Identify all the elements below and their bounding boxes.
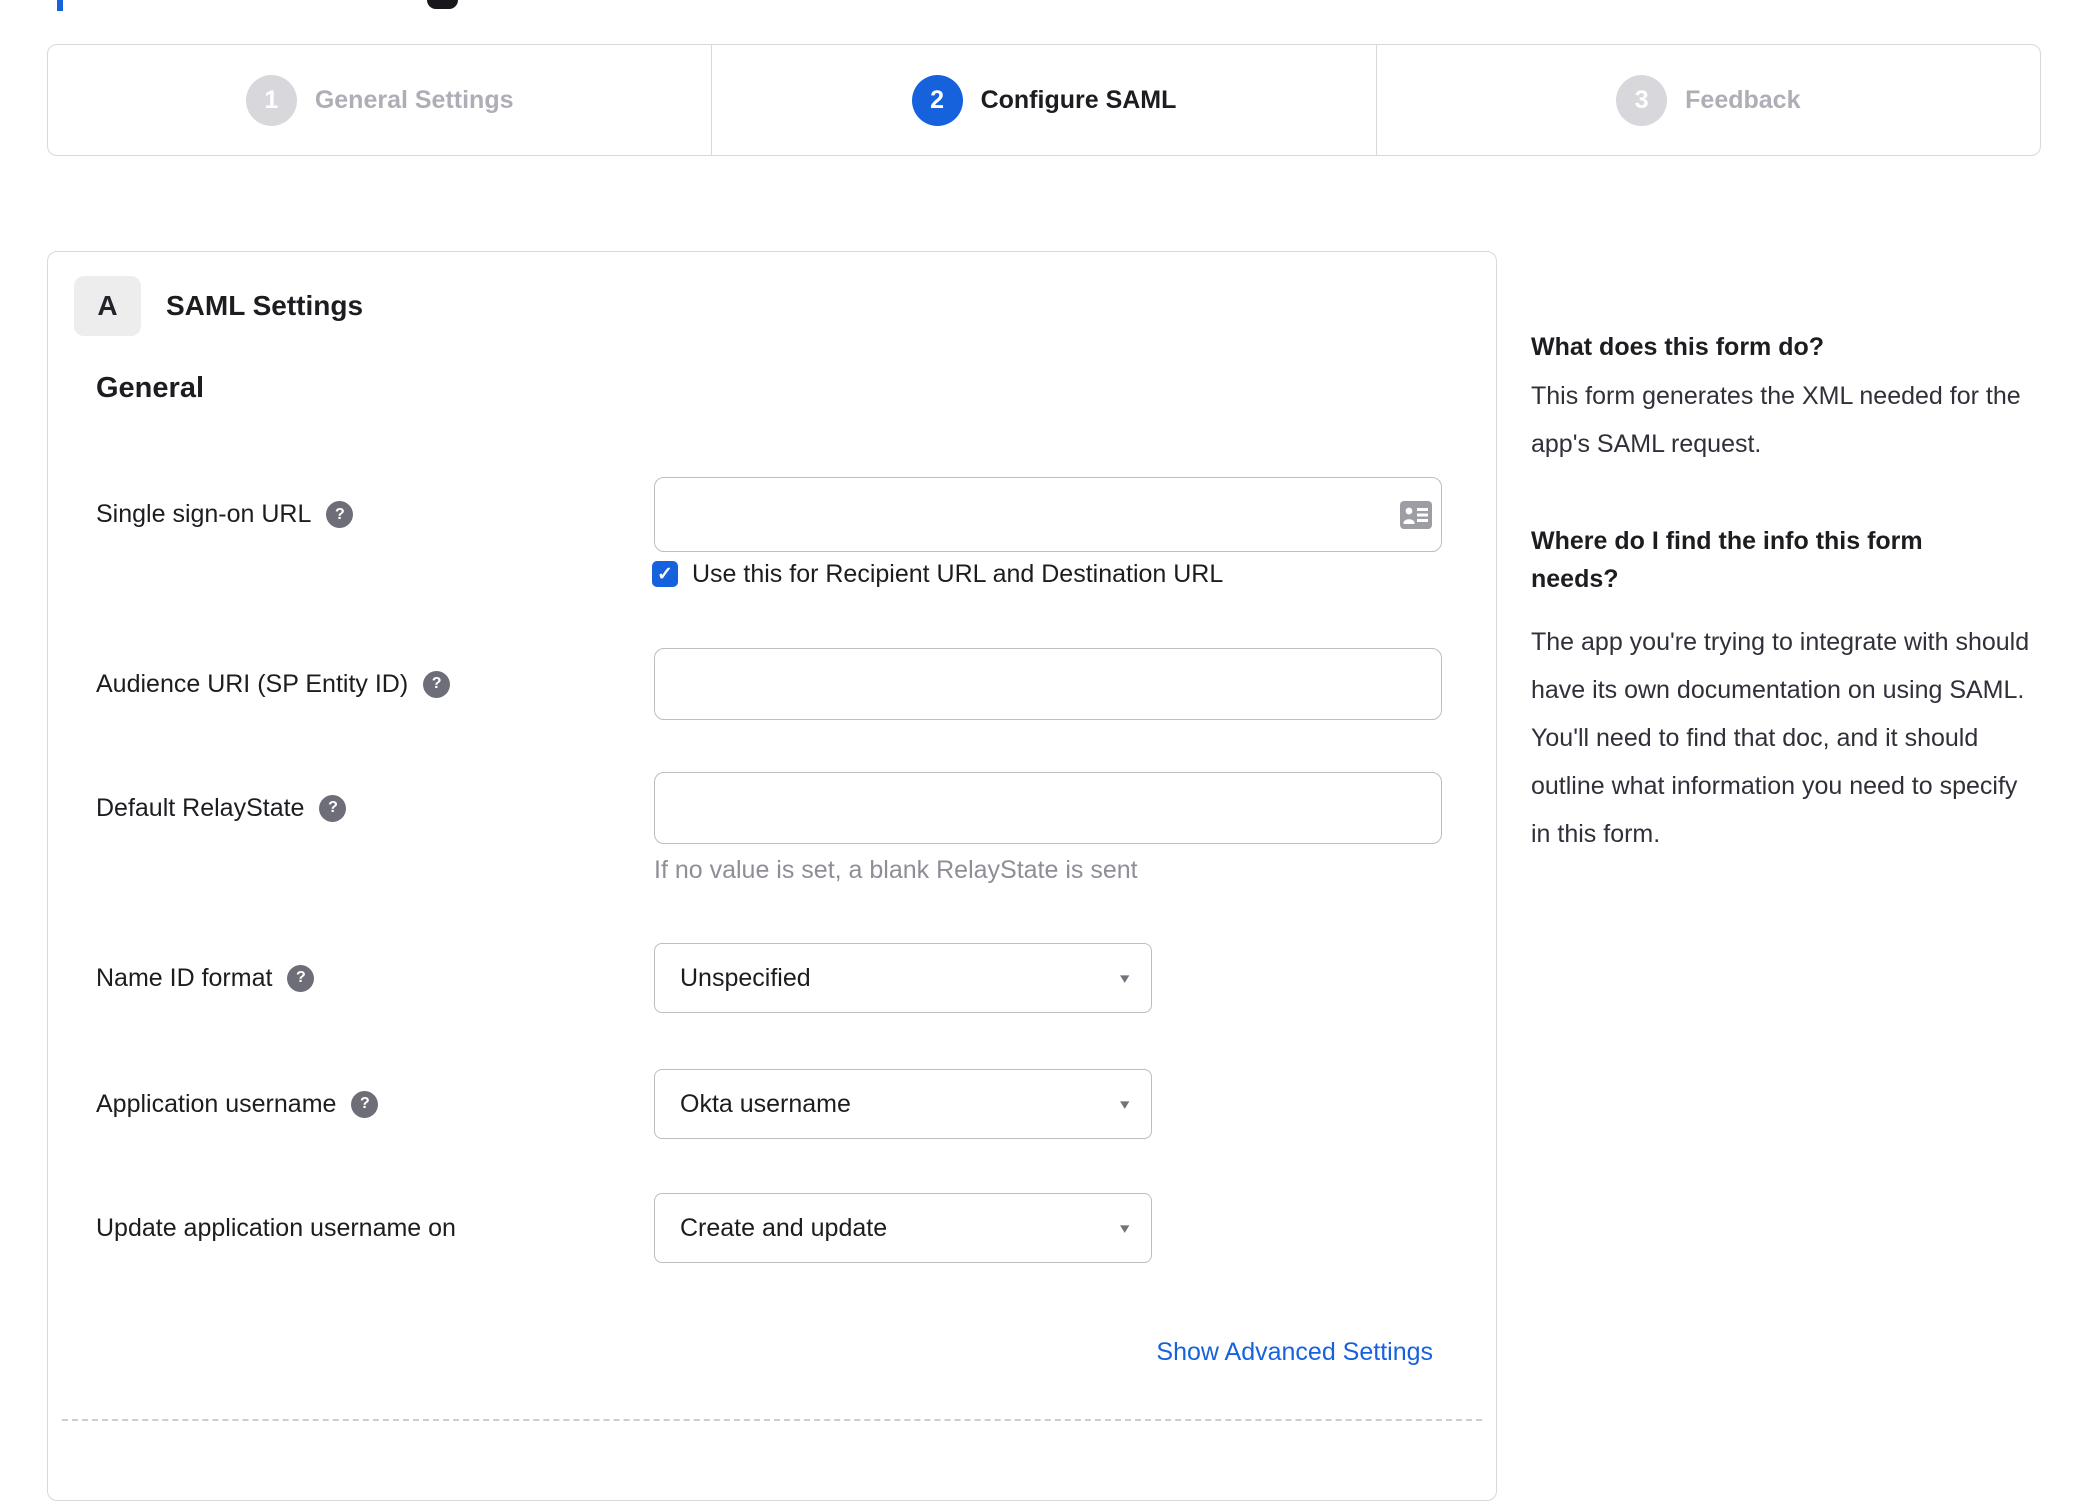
saml-settings-card: A SAML Settings General Single sign-on U… [47, 251, 1497, 1501]
section-badge-a: A [74, 276, 141, 336]
update-username-select[interactable]: Create and update ▾ [654, 1193, 1152, 1263]
help-question-1: What does this form do? [1531, 333, 1825, 361]
step-label: Feedback [1685, 85, 1801, 114]
section-divider-dashed [62, 1419, 1482, 1421]
audience-uri-label-text: Audience URI (SP Entity ID) [96, 669, 409, 698]
nameid-format-value: Unspecified [680, 963, 811, 992]
chevron-down-icon: ▾ [1120, 1220, 1130, 1237]
sso-url-input[interactable] [654, 477, 1442, 552]
checkbox-check-icon: ✓ [657, 563, 673, 585]
app-username-label-text: Application username [96, 1089, 337, 1118]
relaystate-label: Default RelayState ? [96, 772, 347, 844]
help-answer-1: This form generates the XML needed for t… [1531, 382, 2021, 458]
wizard-stepper: 1 General Settings 2 Configure SAML 3 Fe… [47, 44, 2041, 156]
cutoff-blue-mark [57, 0, 63, 11]
step-label: General Settings [314, 85, 514, 114]
relaystate-label-text: Default RelayState [96, 793, 305, 822]
chevron-down-icon: ▾ [1120, 970, 1130, 987]
nameid-format-label-text: Name ID format [96, 963, 273, 992]
help-icon-audience[interactable]: ? [423, 670, 451, 698]
step-feedback[interactable]: 3 Feedback [1375, 45, 2040, 155]
help-question-2: Where do I find the info this form needs… [1531, 527, 1923, 593]
step-number-badge: 1 [245, 74, 297, 126]
step-configure-saml[interactable]: 2 Configure SAML [711, 45, 1375, 155]
section-title: SAML Settings [166, 290, 364, 321]
sso-url-label: Single sign-on URL ? [96, 477, 354, 552]
update-username-label: Update application username on [96, 1193, 456, 1263]
nameid-format-label: Name ID format ? [96, 943, 315, 1013]
show-advanced-settings-link[interactable]: Show Advanced Settings [1156, 1338, 1433, 1367]
help-icon-relaystate[interactable]: ? [319, 794, 347, 822]
chevron-down-icon: ▾ [1120, 1096, 1130, 1113]
app-username-select[interactable]: Okta username ▾ [654, 1069, 1152, 1139]
cutoff-text-descender [427, 0, 458, 9]
relaystate-hint: If no value is set, a blank RelayState i… [654, 856, 1138, 884]
help-icon-nameid[interactable]: ? [287, 964, 315, 992]
recipient-url-checkbox[interactable]: ✓ [652, 561, 678, 587]
help-icon-sso[interactable]: ? [326, 501, 354, 528]
help-icon-app-username[interactable]: ? [351, 1090, 379, 1118]
group-heading-general: General [96, 372, 204, 404]
step-number-badge: 3 [1616, 74, 1668, 126]
relaystate-input[interactable] [654, 772, 1442, 844]
sso-url-label-text: Single sign-on URL [96, 500, 312, 528]
step-general-settings[interactable]: 1 General Settings [48, 45, 711, 155]
audience-uri-input[interactable] [654, 648, 1442, 720]
contact-card-icon [1400, 501, 1432, 529]
app-username-label: Application username ? [96, 1069, 379, 1139]
audience-uri-label: Audience URI (SP Entity ID) ? [96, 648, 451, 720]
update-username-label-text: Update application username on [96, 1213, 456, 1242]
step-number-badge: 2 [911, 74, 963, 126]
update-username-value: Create and update [680, 1213, 888, 1242]
app-username-value: Okta username [680, 1089, 851, 1118]
help-answer-2: The app you're trying to integrate with … [1531, 628, 2030, 848]
step-label: Configure SAML [980, 85, 1177, 114]
nameid-format-select[interactable]: Unspecified ▾ [654, 943, 1152, 1013]
recipient-url-checkbox-label: Use this for Recipient URL and Destinati… [692, 560, 1224, 588]
